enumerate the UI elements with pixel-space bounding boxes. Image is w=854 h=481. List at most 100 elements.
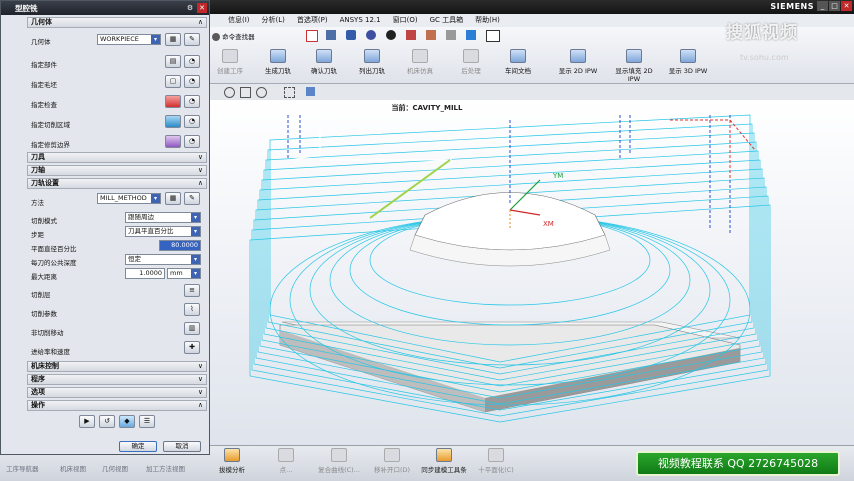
chevron-down-icon: ∨	[197, 362, 203, 370]
point-button[interactable]: 点...	[272, 448, 300, 474]
snap-icon[interactable]	[326, 30, 336, 40]
rotate-icon[interactable]	[224, 87, 235, 98]
chevron-down-icon: ▾	[191, 255, 200, 264]
render-icon[interactable]	[386, 30, 396, 40]
specify-blank-button[interactable]: ▢	[165, 75, 181, 88]
shade-icon[interactable]	[366, 30, 376, 40]
list-icon[interactable]: ☰	[139, 415, 155, 428]
view-icon[interactable]	[346, 30, 356, 40]
menu-window[interactable]: 窗口(O)	[387, 14, 424, 27]
nav-operation-navigator[interactable]: 工序导航器	[6, 463, 39, 473]
show-filled-2d-ipw-button[interactable]: 显示填充 2D IPW	[610, 49, 658, 83]
method-select[interactable]: MILL_METHOD ▾	[97, 193, 161, 204]
specify-check-button[interactable]	[165, 95, 181, 108]
cut-levels-button[interactable]: ≡	[184, 284, 200, 297]
ok-button[interactable]: 确定	[119, 441, 157, 452]
verify-toolpath-button[interactable]: 确认刀轨	[306, 49, 342, 75]
new-geometry-button[interactable]: ▦	[165, 33, 181, 46]
create-operation-button[interactable]: 创建工序	[214, 49, 246, 75]
menu-preferences[interactable]: 首选项(P)	[291, 14, 334, 27]
chevron-up-icon: ∧	[197, 18, 203, 26]
zoom-icon[interactable]	[256, 87, 267, 98]
display-blank-icon[interactable]: ◔	[184, 75, 200, 88]
postprocess-button[interactable]: 后处理	[454, 49, 488, 75]
display-trim-boundary-icon[interactable]: ◔	[184, 135, 200, 148]
select-filter-icon[interactable]	[306, 30, 318, 42]
brand-logo: SIEMENS	[770, 2, 814, 11]
sync-modeling-icon	[436, 448, 452, 462]
section-actions[interactable]: 操作 ∧	[27, 400, 207, 411]
patch-opening-button[interactable]: 移补开口(D)	[370, 448, 414, 474]
show-3d-ipw-button[interactable]: 显示 3D IPW	[664, 49, 712, 75]
section-geometry[interactable]: 几何体 ∧	[27, 17, 207, 28]
frame-icon[interactable]	[486, 30, 500, 42]
layer-icon[interactable]	[406, 30, 416, 40]
geometry-select[interactable]: WORKPIECE ▾	[97, 34, 161, 45]
list-toolpath-button[interactable]: 列出刀轨	[354, 49, 390, 75]
verify-icon[interactable]: ◆	[119, 415, 135, 428]
draft-analysis-button[interactable]: 拔模分析	[216, 448, 248, 474]
specify-trim-boundary-button[interactable]	[165, 135, 181, 148]
max-distance-unit-select[interactable]: mm ▾	[167, 268, 201, 279]
cancel-button[interactable]: 取消	[163, 441, 201, 452]
generate-icon[interactable]: ▶	[79, 415, 95, 428]
chevron-down-icon: ∨	[197, 375, 203, 383]
flat-diameter-percent-input[interactable]: 80.0000	[159, 240, 201, 251]
material-icon[interactable]	[426, 30, 436, 40]
command-finder[interactable]: 命令查找器	[212, 31, 255, 41]
show-2d-ipw-icon	[570, 49, 586, 63]
specify-cut-area-button[interactable]	[165, 115, 181, 128]
specify-part-button[interactable]: ▤	[165, 55, 181, 68]
minimize-button[interactable]: _	[817, 1, 828, 11]
new-method-button[interactable]: ▦	[165, 192, 181, 205]
postprocess-icon	[463, 49, 479, 63]
nav-method-view[interactable]: 加工方法视图	[146, 463, 185, 473]
menu-help[interactable]: 帮助(H)	[469, 14, 506, 27]
section-path-settings[interactable]: 刀轨设置 ∧	[27, 178, 207, 189]
flatten-plane-icon	[488, 448, 504, 462]
menu-analysis[interactable]: 分析(L)	[256, 14, 291, 27]
machine-simulation-button[interactable]: 机床仿真	[402, 49, 438, 75]
flatten-plane-button[interactable]: 十平面化(C)	[474, 448, 518, 474]
common-depth-select[interactable]: 恒定 ▾	[125, 254, 201, 265]
maximize-button[interactable]: □	[829, 1, 840, 11]
dialog-close-icon[interactable]: ✕	[197, 3, 207, 13]
section-machine-control[interactable]: 机床控制 ∨	[27, 361, 207, 372]
feeds-speeds-button[interactable]: ✚	[184, 341, 200, 354]
composite-curve-button[interactable]: 复合曲线(C)...	[314, 448, 364, 474]
section-tool-axis[interactable]: 刀轴 ∨	[27, 165, 207, 176]
nav-machine-view[interactable]: 机床视图	[60, 463, 86, 473]
fit-icon[interactable]	[284, 87, 295, 98]
chevron-down-icon: ∨	[197, 153, 203, 161]
display-part-icon[interactable]: ◔	[184, 55, 200, 68]
graphics-viewport[interactable]: YM XM	[210, 100, 854, 445]
box-icon[interactable]	[446, 30, 456, 40]
non-cutting-moves-button[interactable]: ▥	[184, 322, 200, 335]
section-program[interactable]: 程序 ∨	[27, 374, 207, 385]
shop-docs-icon	[510, 49, 526, 63]
edit-method-button[interactable]: ✎	[184, 192, 200, 205]
dialog-settings-icon[interactable]: ⚙	[185, 3, 195, 13]
cut-mode-select[interactable]: 跟随周边 ▾	[125, 212, 201, 223]
pan-icon[interactable]	[240, 87, 251, 98]
menu-ansys[interactable]: ANSYS 12.1	[334, 14, 387, 27]
section-tool[interactable]: 刀具 ∨	[27, 152, 207, 163]
nav-geometry-view[interactable]: 几何视图	[102, 463, 128, 473]
max-distance-input[interactable]: 1.0000	[125, 268, 165, 279]
stepover-select[interactable]: 刀具平直百分比 ▾	[125, 226, 201, 237]
generate-toolpath-button[interactable]: 生成刀轨	[260, 49, 296, 75]
show-2d-ipw-button[interactable]: 显示 2D IPW	[554, 49, 602, 75]
shop-docs-button[interactable]: 车间文档	[500, 49, 536, 75]
color-icon[interactable]	[466, 30, 476, 40]
cube-view-icon[interactable]	[306, 87, 315, 96]
display-check-icon[interactable]: ◔	[184, 95, 200, 108]
display-cut-area-icon[interactable]: ◔	[184, 115, 200, 128]
close-button[interactable]: ✕	[841, 1, 852, 11]
menu-gc-toolbox[interactable]: GC 工具箱	[424, 14, 470, 27]
menu-info[interactable]: 信息(I)	[210, 14, 256, 27]
section-options[interactable]: 选项 ∨	[27, 387, 207, 398]
sync-modeling-button[interactable]: 同步建模工具条	[418, 448, 470, 474]
replay-icon[interactable]: ↺	[99, 415, 115, 428]
cutting-params-button[interactable]: ⌇	[184, 303, 200, 316]
edit-geometry-button[interactable]: ✎	[184, 33, 200, 46]
